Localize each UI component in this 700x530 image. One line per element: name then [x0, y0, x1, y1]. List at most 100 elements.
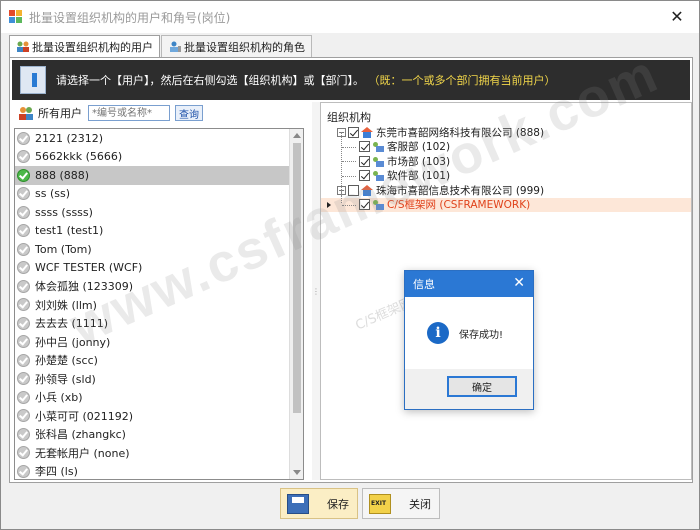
- unchecked-circle-icon[interactable]: [17, 131, 30, 145]
- unchecked-circle-icon[interactable]: [17, 316, 30, 330]
- department-icon: [372, 156, 384, 167]
- current-row-marker-icon: [327, 201, 331, 208]
- user-name: WCF TESTER (WCF): [35, 261, 143, 275]
- user-list-item[interactable]: 小兵 (xb): [15, 388, 303, 407]
- org-header: 组织机构: [327, 111, 371, 124]
- instruction-banner: 请选择一个【用户】，然后在右侧勾选【组织机构】或【部门】。 （既：一个或多个部门拥…: [12, 60, 690, 100]
- all-users-label: 所有用户: [38, 107, 82, 120]
- user-list-item[interactable]: 2121 (2312): [15, 129, 303, 148]
- main-window: 批量设置组织机构的用户和角号(岗位) ✕ 批量设置组织机构的用户 批量设置组织机…: [0, 0, 700, 530]
- tree-checkbox[interactable]: [348, 184, 359, 196]
- user-list-item[interactable]: ss (ss): [15, 185, 303, 204]
- window-close-button[interactable]: ✕: [655, 1, 699, 31]
- unchecked-circle-icon[interactable]: [17, 335, 30, 349]
- query-button[interactable]: 查询: [175, 105, 203, 121]
- unchecked-circle-icon[interactable]: [17, 187, 30, 201]
- tree-node-department[interactable]: 市场部 (103): [321, 154, 691, 169]
- tree-checkbox[interactable]: [359, 155, 370, 167]
- tree-node-department[interactable]: 软件部 (101): [321, 169, 691, 184]
- unchecked-circle-icon[interactable]: [17, 298, 30, 312]
- user-list-item[interactable]: 小菜可可 (021192): [15, 407, 303, 426]
- tree-checkbox[interactable]: [359, 141, 370, 153]
- unchecked-circle-icon[interactable]: [17, 446, 30, 460]
- tree-node-department[interactable]: C/S框架网 (CSFRAMEWORK): [321, 197, 691, 212]
- unchecked-circle-icon[interactable]: [17, 224, 30, 238]
- app-icon: [9, 10, 23, 24]
- user-list-item[interactable]: 体会孤独 (123309): [15, 277, 303, 296]
- info-dialog: 信息 ✕ i 保存成功! 确定: [404, 270, 534, 410]
- tree-node-label: 市场部 (103): [387, 155, 451, 168]
- close-button[interactable]: 关闭: [362, 488, 440, 519]
- user-list-item[interactable]: 孙领导 (sld): [15, 370, 303, 389]
- user-list-item[interactable]: 去去去 (1111): [15, 314, 303, 333]
- tree-node-company[interactable]: − 珠海市喜韶信息技术有限公司 (999): [321, 183, 691, 198]
- user-list-item[interactable]: 5662kkk (5666): [15, 148, 303, 167]
- window-title: 批量设置组织机构的用户和角号(岗位): [29, 10, 231, 25]
- tree-checkbox[interactable]: [359, 199, 370, 211]
- dialog-title-bar: 信息 ✕: [405, 271, 533, 297]
- tab-roles[interactable]: 批量设置组织机构的角色: [161, 35, 312, 57]
- department-icon: [372, 199, 384, 211]
- dialog-body: i 保存成功!: [405, 297, 533, 369]
- unchecked-circle-icon[interactable]: [17, 150, 30, 164]
- user-list[interactable]: 2121 (2312) 5662kkk (5666) 888 (888) ss (ss…: [14, 128, 304, 480]
- dialog-message: 保存成功!: [459, 329, 504, 341]
- user-name: Tom (Tom): [35, 242, 92, 256]
- user-list-item[interactable]: 孙中吕 (jonny): [15, 333, 303, 352]
- tab-strip: 批量设置组织机构的用户 批量设置组织机构的角色: [9, 35, 313, 58]
- unchecked-circle-icon[interactable]: [17, 205, 30, 219]
- tab-roles-label: 批量设置组织机构的角色: [184, 40, 305, 54]
- user-list-item[interactable]: 刘刘姝 (llm): [15, 296, 303, 315]
- user-list-item[interactable]: 无套帐用户 (none): [15, 444, 303, 463]
- user-name: 去去去 (1111): [35, 317, 109, 331]
- pane-splitter[interactable]: ⋮: [312, 102, 320, 480]
- user-name: 孙领导 (sld): [35, 372, 96, 386]
- user-name: test1 (test1): [35, 224, 104, 238]
- org-tree[interactable]: − 东莞市喜韶网络科技有限公司 (888) 客服部 (102) 市场部 (103) 软件…: [321, 125, 691, 212]
- user-name: ssss (ssss): [35, 205, 93, 219]
- user-list-item[interactable]: WCF TESTER (WCF): [15, 259, 303, 278]
- unchecked-circle-icon[interactable]: [17, 390, 30, 404]
- tree-node-company[interactable]: − 东莞市喜韶网络科技有限公司 (888): [321, 125, 691, 140]
- user-name: 888 (888): [35, 168, 90, 182]
- user-name: 小菜可可 (021192): [35, 409, 134, 423]
- unchecked-circle-icon[interactable]: [17, 409, 30, 423]
- user-list-item[interactable]: 李四 (ls): [15, 462, 303, 479]
- user-name: 孙中吕 (jonny): [35, 335, 111, 349]
- ok-button[interactable]: 确定: [447, 376, 517, 397]
- scroll-down-icon[interactable]: [293, 470, 301, 475]
- unchecked-circle-icon[interactable]: [17, 353, 30, 367]
- department-icon: [372, 141, 384, 153]
- user-name: 无套帐用户 (none): [35, 446, 130, 460]
- users-icon: [16, 41, 30, 53]
- bottom-toolbar: 保存 关闭: [1, 483, 699, 529]
- user-list-scrollbar[interactable]: [289, 129, 303, 479]
- unchecked-circle-icon[interactable]: [17, 261, 30, 275]
- tab-users[interactable]: 批量设置组织机构的用户: [9, 35, 160, 58]
- search-input[interactable]: [88, 105, 170, 121]
- title-bar: 批量设置组织机构的用户和角号(岗位) ✕: [1, 1, 699, 33]
- scroll-up-icon[interactable]: [293, 133, 301, 138]
- unchecked-circle-icon[interactable]: [17, 279, 30, 293]
- unchecked-circle-icon[interactable]: [17, 427, 30, 441]
- user-list-item[interactable]: ssss (ssss): [15, 203, 303, 222]
- user-list-item[interactable]: 888 (888): [15, 166, 303, 185]
- user-list-item[interactable]: 孙楚楚 (scc): [15, 351, 303, 370]
- tree-node-department[interactable]: 客服部 (102): [321, 140, 691, 155]
- user-list-item[interactable]: test1 (test1): [15, 222, 303, 241]
- unchecked-circle-icon[interactable]: [17, 242, 30, 256]
- dialog-close-button[interactable]: ✕: [513, 275, 525, 291]
- save-button[interactable]: 保存: [280, 488, 358, 519]
- tree-node-label: 东莞市喜韶网络科技有限公司 (888): [376, 126, 545, 139]
- user-list-item[interactable]: Tom (Tom): [15, 240, 303, 259]
- unchecked-circle-icon[interactable]: [17, 464, 30, 478]
- floppy-disk-icon: [287, 493, 309, 514]
- tab-users-label: 批量设置组织机构的用户: [32, 41, 153, 54]
- check-circle-icon[interactable]: [17, 168, 30, 182]
- unchecked-circle-icon[interactable]: [17, 372, 30, 386]
- scroll-thumb[interactable]: [293, 143, 301, 413]
- user-list-item[interactable]: 张科昌 (zhangkc): [15, 425, 303, 444]
- tree-checkbox[interactable]: [359, 170, 370, 182]
- tree-checkbox[interactable]: [348, 126, 359, 138]
- user-name: 2121 (2312): [35, 131, 104, 145]
